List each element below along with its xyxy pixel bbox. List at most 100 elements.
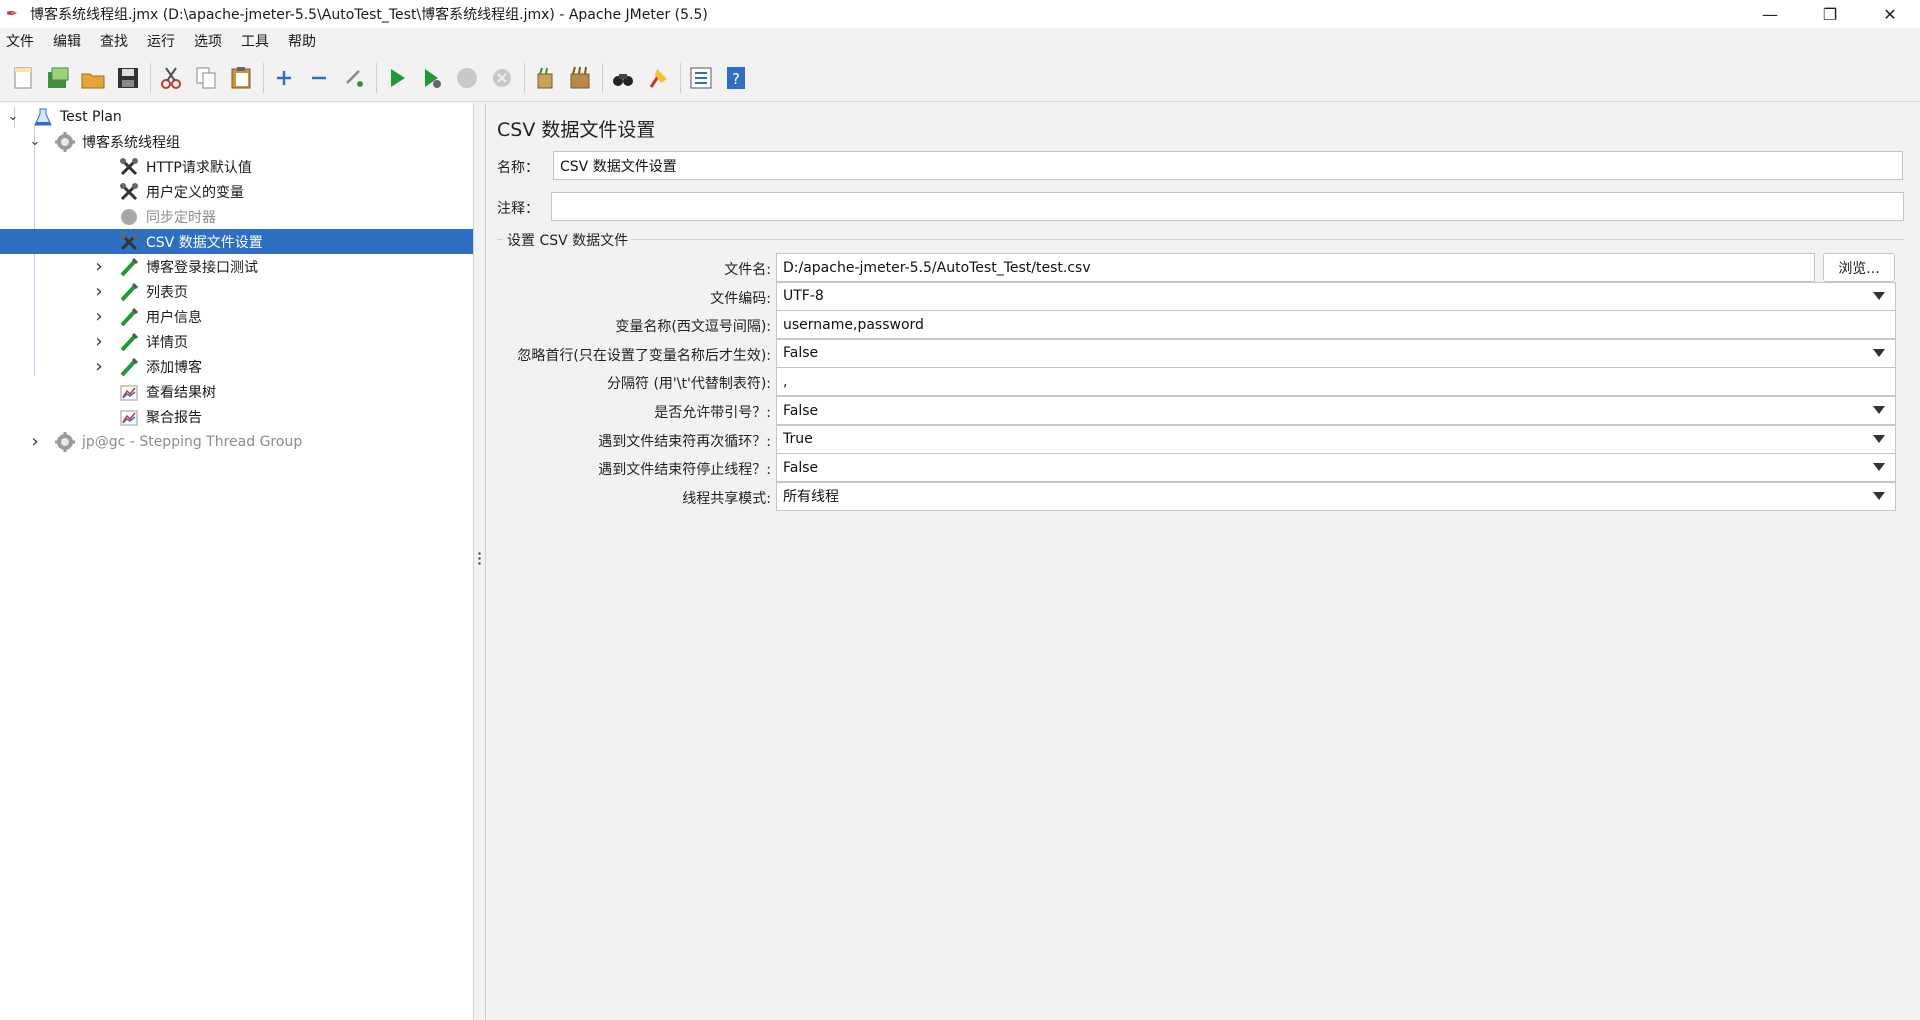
chevron-down-icon[interactable] — [1873, 406, 1885, 414]
templates-icon[interactable] — [43, 63, 73, 93]
chevron-down-icon[interactable] — [1873, 491, 1885, 500]
tree-node[interactable]: › 添加博客 — [48, 354, 202, 379]
restore-button[interactable]: ❐ — [1800, 0, 1860, 28]
tree-node[interactable]: 同步定时器 — [48, 204, 216, 229]
tree-node[interactable]: ⌄ 博客系统线程组 — [28, 129, 180, 154]
function-helper-icon[interactable] — [686, 63, 716, 93]
start-no-pause-icon[interactable] — [417, 63, 447, 93]
file-encoding-select[interactable]: UTF-8 — [776, 281, 1896, 311]
shutdown-icon[interactable] — [487, 63, 517, 93]
chevron-right-icon[interactable]: › — [92, 306, 106, 327]
help-icon[interactable]: ? — [721, 63, 751, 93]
chevron-right-icon[interactable]: › — [92, 331, 106, 352]
config-icon — [118, 231, 140, 253]
tree-node[interactable]: 用户定义的变量 — [48, 179, 244, 204]
chevron-right-icon[interactable]: › — [92, 281, 106, 302]
toolbar-separator — [602, 62, 603, 93]
sampler-icon — [118, 256, 140, 278]
tree-node[interactable]: CSV 数据文件设置 — [0, 229, 473, 254]
delimiter-input[interactable]: , — [776, 367, 1896, 397]
ignore-first-line-value: False — [783, 345, 819, 362]
leaf-spacer — [92, 235, 106, 249]
chevron-down-icon[interactable] — [1873, 291, 1885, 300]
sharing-mode-select[interactable]: 所有线程 — [776, 481, 1896, 511]
minimize-button[interactable]: — — [1740, 0, 1800, 28]
tree-node[interactable]: › 详情页 — [48, 329, 188, 354]
menu-edit[interactable]: 编辑 — [53, 31, 81, 51]
stop-icon[interactable] — [452, 63, 482, 93]
collapse-icon[interactable] — [304, 63, 334, 93]
recycle-on-eof-label: 遇到文件结束符再次循环？: — [598, 433, 771, 450]
stop-thread-on-eof-select[interactable]: False — [776, 453, 1896, 483]
panel-splitter[interactable] — [474, 103, 486, 1020]
clear-all-icon[interactable] — [565, 63, 595, 93]
toolbar-separator — [376, 62, 377, 93]
toolbar: ? — [0, 54, 1920, 102]
tree-node[interactable]: 聚合报告 — [48, 404, 202, 429]
start-icon[interactable] — [382, 63, 412, 93]
copy-icon[interactable] — [191, 63, 221, 93]
tree-node[interactable]: › jp@gc - Stepping Thread Group — [28, 429, 302, 454]
open-icon[interactable] — [78, 63, 108, 93]
tree-node-label: 同步定时器 — [146, 209, 216, 226]
tree-node[interactable]: › 列表页 — [48, 279, 188, 304]
tree-node[interactable]: HTTP请求默认值 — [48, 154, 252, 179]
chevron-down-icon[interactable] — [1873, 463, 1885, 472]
search-icon[interactable] — [608, 63, 638, 93]
chevron-down-icon[interactable] — [1873, 434, 1885, 443]
reset-search-icon[interactable] — [643, 63, 673, 93]
recycle-on-eof-select[interactable]: True — [776, 424, 1896, 454]
chevron-right-icon[interactable]: › — [92, 256, 106, 277]
sampler-icon — [118, 356, 140, 378]
expand-icon[interactable] — [269, 63, 299, 93]
clear-icon[interactable] — [530, 63, 560, 93]
chevron-right-icon[interactable]: › — [28, 431, 42, 452]
leaf-spacer — [92, 410, 106, 424]
chevron-down-icon[interactable]: ⌄ — [6, 109, 20, 124]
name-label: 名称： — [497, 160, 539, 176]
group-title: 设置 CSV 数据文件 — [507, 233, 629, 249]
chevron-right-icon[interactable]: › — [92, 356, 106, 377]
title-bar: ✒ 博客系统线程组.jmx (D:\apache-jmeter-5.5\Auto… — [0, 0, 1920, 28]
tree-node[interactable]: 查看结果树 — [48, 379, 216, 404]
tree-node[interactable]: ⌄ Test Plan — [6, 104, 122, 129]
test-plan-tree: ⌄ Test Plan ⌄ 博客系统线程组 HTTP请求默认值用户定义的变量 同步定时器 C… — [0, 103, 474, 1020]
tree-node-label: Test Plan — [60, 108, 122, 125]
filename-label: 文件名: — [724, 262, 771, 278]
tree-node-label: 列表页 — [146, 284, 188, 301]
chevron-down-icon[interactable]: ⌄ — [28, 134, 42, 149]
close-button[interactable]: ✕ — [1860, 0, 1920, 28]
tree-node[interactable]: › 博客登录接口测试 — [48, 254, 258, 279]
menu-help[interactable]: 帮助 — [288, 31, 316, 51]
config-icon — [118, 181, 140, 203]
cut-icon[interactable] — [156, 63, 186, 93]
menu-tools[interactable]: 工具 — [241, 31, 269, 51]
tree-node-label: 博客系统线程组 — [82, 134, 180, 151]
menu-run[interactable]: 运行 — [147, 31, 175, 51]
tree-node-label: 添加博客 — [146, 359, 202, 376]
tree-node-label: jp@gc - Stepping Thread Group — [82, 433, 303, 450]
toolbar-separator — [263, 62, 264, 93]
new-icon[interactable] — [8, 63, 38, 93]
filename-input[interactable]: D:/apache-jmeter-5.5/AutoTest_Test/test.… — [776, 253, 1815, 282]
allow-quoted-data-select[interactable]: False — [776, 396, 1896, 425]
browse-button[interactable]: 浏览... — [1823, 253, 1895, 282]
name-field[interactable]: CSV 数据文件设置 — [553, 151, 1903, 180]
menu-options[interactable]: 选项 — [194, 31, 222, 51]
tree-node[interactable]: › 用户信息 — [48, 304, 202, 329]
variable-names-input[interactable]: username,password — [776, 310, 1896, 340]
save-icon[interactable] — [113, 63, 143, 93]
comment-field[interactable] — [551, 192, 1904, 221]
variable-names-label: 变量名称(西文逗号间隔): — [615, 319, 771, 336]
chevron-down-icon[interactable] — [1873, 348, 1885, 357]
toggle-icon[interactable] — [339, 63, 369, 93]
tree-node-label: 用户定义的变量 — [146, 184, 244, 201]
leaf-spacer — [92, 185, 106, 199]
toolbar-separator — [150, 62, 151, 93]
splitter-grip-icon[interactable] — [478, 551, 481, 567]
paste-icon[interactable] — [226, 63, 256, 93]
sampler-icon — [118, 331, 140, 353]
menu-file[interactable]: 文件 — [6, 31, 34, 51]
ignore-first-line-select[interactable]: False — [776, 338, 1896, 368]
menu-search[interactable]: 查找 — [100, 31, 128, 51]
